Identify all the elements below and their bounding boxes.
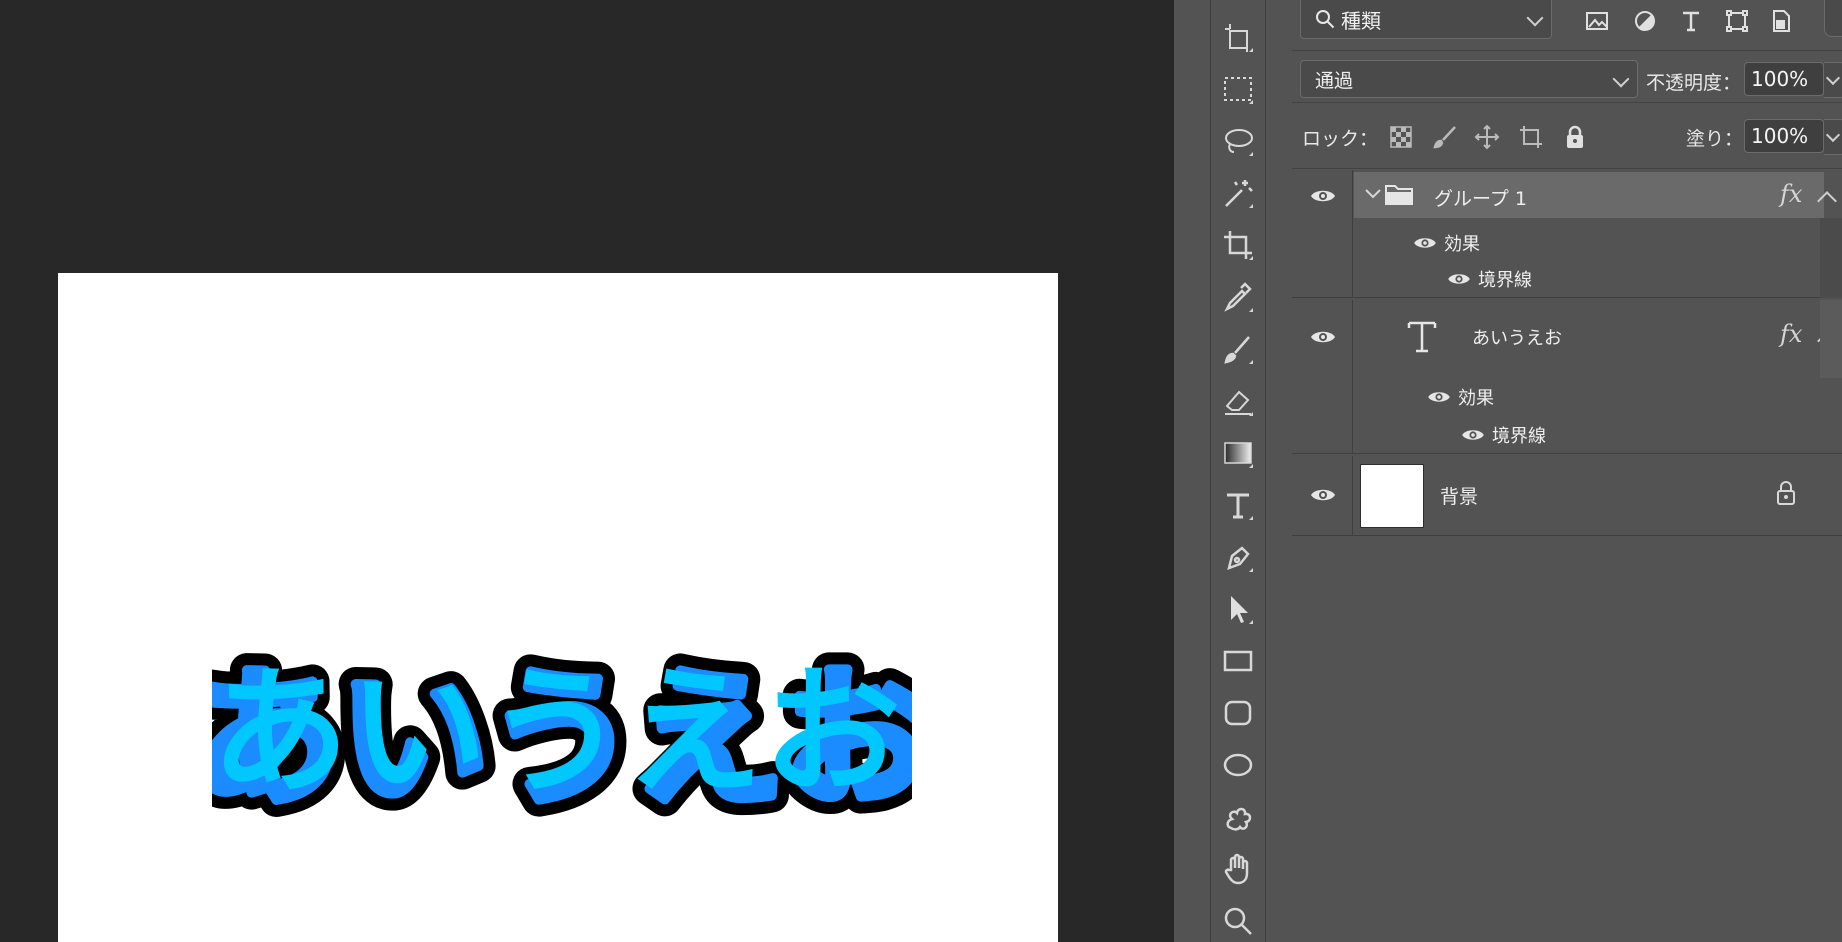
opacity-label: 不透明度： — [1646, 72, 1742, 94]
chevron-down-icon[interactable] — [1364, 188, 1382, 200]
stroke-effect-label[interactable]: 境界線 — [1492, 422, 1546, 448]
tools-panel — [1174, 0, 1292, 942]
layer-thumbnail[interactable] — [1360, 464, 1424, 528]
lock-label: ロック： — [1302, 128, 1379, 150]
layer-name-text[interactable]: あいうえお — [1472, 324, 1562, 350]
rounded-rectangle-icon[interactable] — [1217, 692, 1259, 734]
stroke-effect-eye-icon[interactable] — [1458, 424, 1488, 446]
opacity-slider-toggle[interactable] — [1824, 62, 1842, 98]
text-layer-icon — [1407, 321, 1437, 353]
magic-wand-icon[interactable] — [1217, 172, 1259, 214]
layer-filter-row: 種類 — [1292, 0, 1842, 51]
layers-panel: 種類 通過 不透明度： 100% ロック： 塗り： 100% グループ 1 fx… — [1292, 0, 1842, 942]
blend-opacity-row: 通過 不透明度： 100% — [1292, 52, 1842, 103]
lock-position-icon[interactable] — [1472, 122, 1502, 152]
shape-filter-icon[interactable] — [1722, 6, 1752, 36]
type-tool-icon[interactable] — [1217, 484, 1259, 526]
lock-artboard-icon[interactable] — [1516, 122, 1546, 152]
fx-icon[interactable]: fx — [1780, 320, 1802, 348]
filter-kind-label: 種類 — [1341, 8, 1381, 33]
document-canvas[interactable] — [58, 273, 1058, 942]
stroke-effect-label[interactable]: 境界線 — [1478, 266, 1532, 292]
gradient-icon[interactable] — [1217, 432, 1259, 474]
fx-icon[interactable]: fx — [1780, 180, 1802, 208]
adjustment-filter-icon[interactable] — [1630, 6, 1660, 36]
selected-layer-highlight — [1354, 172, 1824, 218]
custom-shape-icon[interactable] — [1217, 796, 1259, 838]
layer-row-group[interactable]: グループ 1 fx 効果 境界線 — [1292, 170, 1842, 298]
artboard-tool-icon[interactable] — [1217, 16, 1259, 58]
blend-mode-select[interactable]: 通過 — [1300, 60, 1638, 98]
chevron-down-icon — [1612, 70, 1630, 88]
smart-object-filter-icon[interactable] — [1766, 6, 1796, 36]
eraser-icon[interactable] — [1217, 380, 1259, 422]
lock-fill-row: ロック： 塗り： 100% — [1292, 104, 1842, 169]
rectangular-marquee-icon[interactable] — [1217, 68, 1259, 110]
effects-visibility-eye-icon[interactable] — [1410, 232, 1440, 254]
layer-group-scroll-strip — [1820, 218, 1842, 298]
eyedropper-icon[interactable] — [1217, 276, 1259, 318]
lock-all-icon[interactable] — [1560, 122, 1590, 152]
effects-label: 効果 — [1458, 388, 1494, 409]
pen-icon[interactable] — [1217, 536, 1259, 578]
layer-row-text[interactable]: あいうえお fx 効果 境界線 — [1292, 300, 1842, 454]
search-icon — [1316, 10, 1335, 29]
type-filter-icon[interactable] — [1676, 6, 1706, 36]
fill-label: 塗り： — [1686, 128, 1744, 150]
layer-text-scroll-strip — [1820, 300, 1842, 378]
effects-label: 効果 — [1444, 234, 1480, 255]
layer-name-background[interactable]: 背景 — [1440, 482, 1478, 509]
layer-divider — [1352, 170, 1353, 297]
visibility-eye-icon[interactable] — [1308, 185, 1338, 207]
lasso-icon[interactable] — [1217, 120, 1259, 162]
lock-transparent-pixels-icon[interactable] — [1386, 122, 1416, 152]
rectangle-icon[interactable] — [1217, 640, 1259, 682]
layer-divider — [1352, 300, 1353, 453]
filter-kind-select[interactable]: 種類 — [1300, 0, 1552, 39]
fill-input[interactable]: 100% — [1744, 119, 1824, 153]
text-highlight: あいうえお — [212, 652, 901, 813]
toolbar-column — [1210, 0, 1266, 942]
stroke-effect-eye-icon[interactable] — [1444, 268, 1474, 290]
canvas-text-layer[interactable]: あいうえお あいうえお あいうえお — [175, 636, 949, 842]
image-filter-icon[interactable] — [1582, 6, 1612, 36]
lock-image-pixels-icon[interactable] — [1430, 122, 1460, 152]
layer-divider — [1352, 456, 1353, 535]
effects-visibility-eye-icon[interactable] — [1424, 386, 1454, 408]
hand-icon[interactable] — [1217, 848, 1259, 890]
zoom-icon[interactable] — [1217, 900, 1259, 942]
path-selection-icon[interactable] — [1217, 588, 1259, 630]
visibility-eye-icon[interactable] — [1308, 484, 1338, 506]
chevron-down-icon — [1526, 9, 1544, 27]
blend-mode-value: 通過 — [1315, 69, 1354, 92]
canvas-area[interactable]: あいうえお あいうえお あいうえお — [0, 0, 1174, 942]
layer-name-group[interactable]: グループ 1 — [1434, 184, 1527, 211]
folder-icon — [1385, 185, 1413, 205]
crop-icon[interactable] — [1217, 224, 1259, 266]
opacity-input[interactable]: 100% — [1744, 62, 1824, 96]
ellipse-icon[interactable] — [1217, 744, 1259, 786]
filter-toggle-switch[interactable] — [1824, 0, 1842, 37]
fill-slider-toggle[interactable] — [1824, 119, 1842, 155]
layer-lock-icon[interactable] — [1776, 480, 1796, 506]
layer-row-background[interactable]: 背景 — [1292, 456, 1842, 536]
visibility-eye-icon[interactable] — [1308, 326, 1338, 348]
brush-icon[interactable] — [1217, 328, 1259, 370]
